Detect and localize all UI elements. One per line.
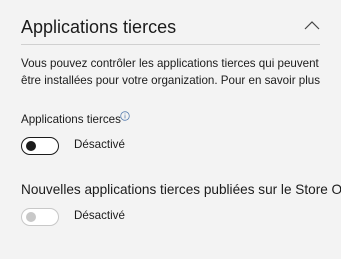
learn-more-link[interactable]: Pour en savoir plus [221, 74, 320, 87]
description-line-2: être installées pour votre organization.… [21, 72, 341, 89]
new-store-apps-label: Nouvelles applications tierces publiées … [21, 182, 341, 197]
third-party-apps-label-row: Applications tierces [21, 111, 130, 127]
third-party-apps-label: Applications tierces [21, 113, 121, 126]
section-title: Applications tierces [21, 17, 177, 37]
info-icon[interactable] [120, 111, 130, 125]
new-store-apps-toggle[interactable] [21, 208, 59, 226]
chevron-up-icon [304, 21, 320, 30]
new-store-apps-state: Désactivé [74, 209, 125, 222]
section-description: Vous pouvez contrôler les applications t… [21, 55, 341, 89]
third-party-apps-toggle[interactable] [21, 137, 59, 155]
third-party-apps-state: Désactivé [74, 138, 125, 151]
third-party-apps-panel: Applications tierces Vous pouvez contrôl… [0, 0, 341, 259]
description-line-1: Vous pouvez contrôler les applications t… [21, 57, 319, 70]
toggle-knob [26, 141, 36, 151]
collapse-button[interactable] [301, 16, 323, 34]
toggle-knob [26, 212, 36, 222]
description-text: être installées pour votre organization. [21, 74, 221, 87]
section-divider [21, 44, 320, 45]
